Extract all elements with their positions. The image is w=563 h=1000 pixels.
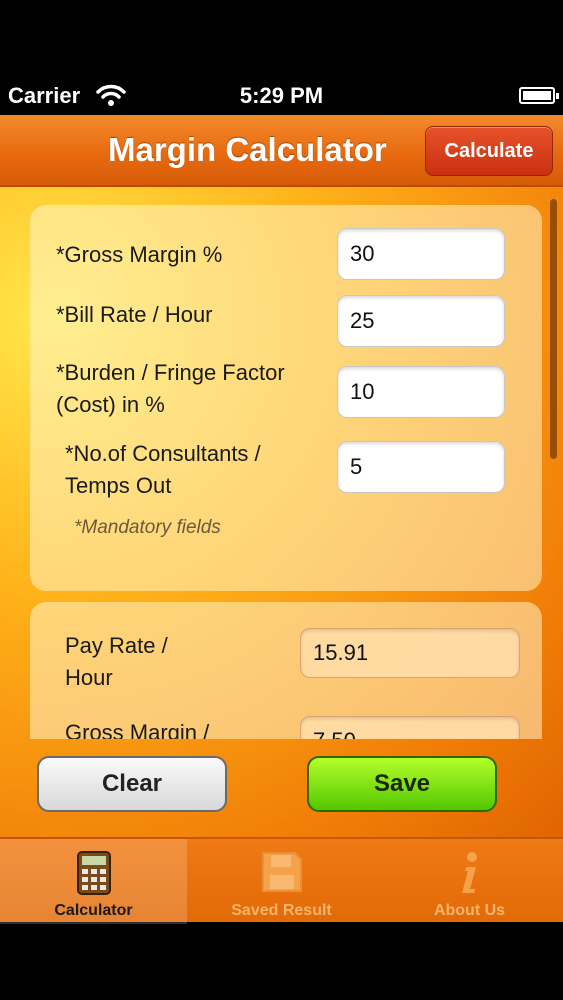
mandatory-note: *Mandatory fields [74,517,221,538]
tab-saved-result[interactable]: Saved Result [188,839,375,924]
consultants-label-line2: Temps Out [65,473,172,498]
gross-margin-input[interactable]: 30 [337,228,505,280]
info-icon [461,852,477,893]
tab-calculator[interactable]: Calculator [0,839,187,924]
burden-label-line1: *Burden / Fringe Factor [56,360,285,385]
navigation-bar: Margin Calculator Calculate [0,115,563,187]
app-content: Margin Calculator Calculate *Gross Margi… [0,115,563,924]
calculate-button[interactable]: Calculate [425,126,553,176]
tab-saved-result-label: Saved Result [231,902,332,919]
floppy-disk-icon [261,852,302,892]
status-time: 5:29 PM [239,83,324,108]
pay-rate-label-line1: Pay Rate / [65,633,168,658]
gross-margin-output: 7.50 [300,716,520,739]
gross-margin-label: *Gross Margin % [56,242,223,267]
tab-calculator-label: Calculator [54,902,133,919]
tab-about-us[interactable]: About Us [376,839,563,924]
tab-about-us-label: About Us [433,902,506,919]
screen: Carrier 5:29 PM Margin Calculator Calcul… [0,0,563,1000]
page-title: Margin Calculator [108,131,387,168]
calculator-icon [76,851,111,895]
pay-rate-label-line2: Hour [65,665,113,690]
consultants-label-line1: *No.of Consultants / [65,441,261,466]
consultants-input[interactable]: 5 [337,441,505,493]
form-scroll-view[interactable]: *Gross Margin % 30 *Bill Rate / Hour 25 … [0,189,563,739]
clear-button[interactable]: Clear [37,756,227,812]
gross-margin-hour-label: Gross Margin / [65,720,210,739]
battery-icon [519,87,559,104]
scrollbar[interactable] [550,199,557,459]
pay-rate-output: 15.91 [300,628,520,678]
input-card: *Gross Margin % 30 *Bill Rate / Hour 25 … [30,205,542,591]
bill-rate-input[interactable]: 25 [337,295,505,347]
bill-rate-label: *Bill Rate / Hour [56,302,213,327]
action-buttons: Clear Save [0,739,563,839]
tab-bar: Calculator Saved Result About Us [0,837,563,924]
status-bar: Carrier 5:29 PM [0,75,563,115]
burden-label-line2: (Cost) in % [56,392,165,417]
results-card: Pay Rate / Hour 15.91 Gross Margin / 7.5… [30,602,542,739]
burden-factor-input[interactable]: 10 [337,366,505,418]
save-button[interactable]: Save [307,756,497,812]
